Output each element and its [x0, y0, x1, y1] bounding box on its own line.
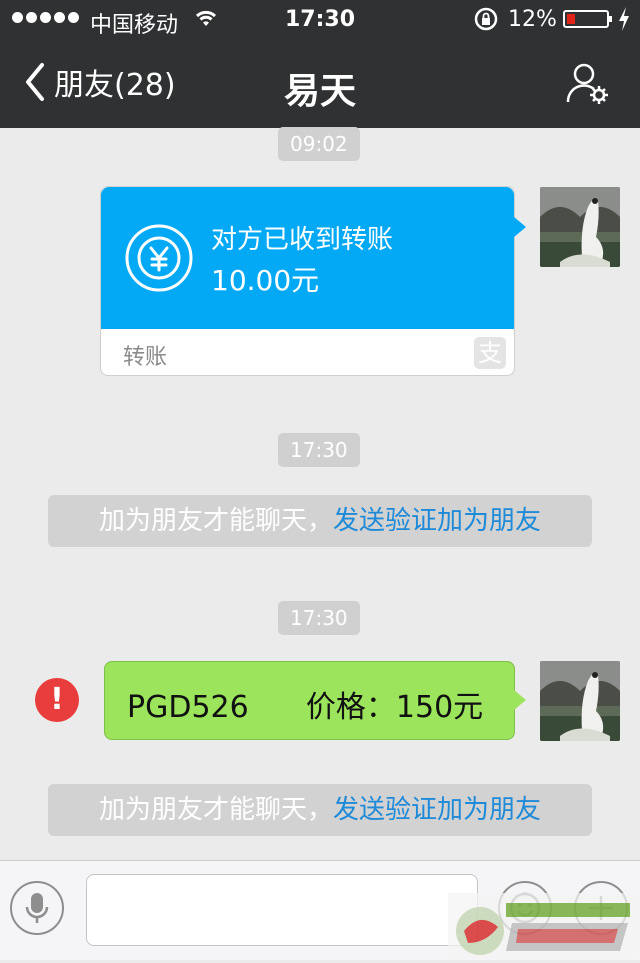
send-verification-link[interactable]: 发送验证加为朋友: [333, 795, 541, 825]
timestamp: 09:02: [278, 127, 360, 161]
timestamp: 17:30: [278, 433, 360, 467]
person-settings-icon[interactable]: [566, 62, 610, 110]
microphone-icon[interactable]: [10, 881, 64, 935]
send-failed-icon[interactable]: !: [35, 678, 79, 722]
notice-text: 加为朋友才能聊天，: [98, 795, 333, 825]
system-notice: 加为朋友才能聊天，发送验证加为朋友: [48, 784, 592, 836]
sent-message-bubble[interactable]: PGD526 价格：150元: [104, 661, 526, 740]
watermark-logo: [448, 893, 638, 959]
transfer-card[interactable]: 对方已收到转账 10.00元 转账 支: [100, 186, 526, 376]
rotation-lock-icon: [473, 6, 499, 38]
charging-bolt-icon: [617, 6, 631, 38]
bubble-tail: [514, 217, 526, 237]
sent-message-text: PGD526 价格：150元: [127, 690, 484, 725]
transfer-label: 转账: [123, 345, 168, 370]
message-input[interactable]: [86, 874, 478, 946]
notice-text: 加为朋友才能聊天，: [98, 506, 333, 536]
transfer-amount: 10.00元: [211, 264, 320, 297]
avatar[interactable]: [540, 187, 620, 267]
timestamp: 17:30: [278, 601, 360, 635]
status-bar: 中国移动 17:30 12%: [0, 0, 640, 40]
send-verification-link[interactable]: 发送验证加为朋友: [333, 506, 541, 536]
battery-percent: 12%: [508, 7, 557, 32]
battery-icon: [563, 10, 612, 28]
alipay-icon: 支: [474, 337, 506, 369]
avatar[interactable]: [540, 661, 620, 741]
nav-bar: 朋友(28) 易天: [0, 40, 640, 128]
bubble-tail: [514, 690, 526, 710]
chat-title: 易天: [283, 71, 356, 112]
transfer-status: 对方已收到转账: [211, 225, 394, 255]
transfer-yuan-icon: [123, 222, 195, 298]
system-notice: 加为朋友才能聊天，发送验证加为朋友: [48, 495, 592, 547]
